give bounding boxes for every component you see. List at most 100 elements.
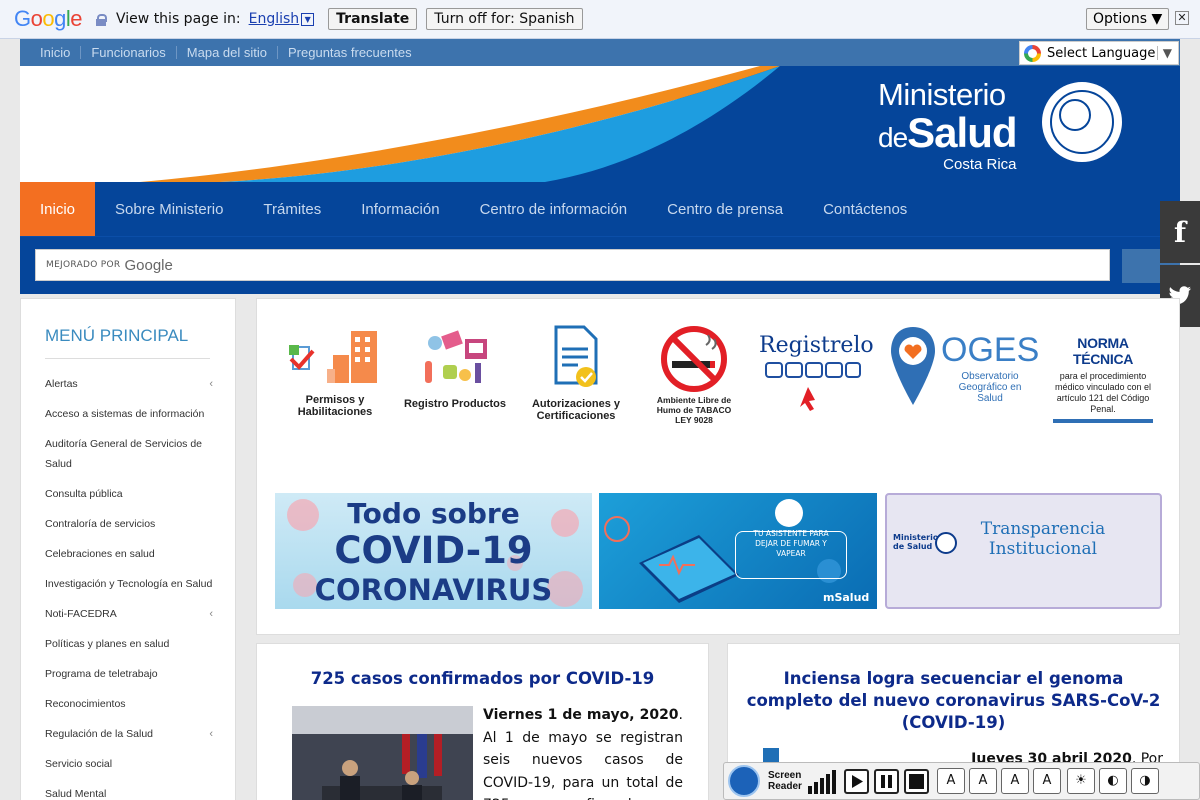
covid-banner[interactable]: Todo sobre COVID-19 CORONAVIRUS [275, 493, 592, 609]
google-g-icon [1024, 44, 1041, 62]
translate-button[interactable]: Translate [328, 8, 418, 30]
top-link-funcionarios[interactable]: Funcionarios [91, 45, 165, 60]
main-menu-sidebar: MENÚ PRINCIPAL Alertas ‹ Acceso a sistema… [20, 298, 236, 800]
quick-link-registro-label: Registro Productos [403, 398, 507, 410]
sidebar-item-investigacion[interactable]: Investigación y Tecnología en Salud [45, 569, 213, 599]
oges-subtitle: Observatorio Geográfico en Salud [958, 371, 1022, 404]
close-icon[interactable]: ✕ [1175, 11, 1189, 25]
news-photo[interactable] [292, 706, 473, 800]
volume-icon[interactable] [808, 768, 836, 794]
news-card: 725 casos confirmados por COVID-19 Viern… [256, 643, 709, 800]
nav-tramites[interactable]: Trámites [243, 182, 341, 236]
top-link-inicio[interactable]: Inicio [40, 45, 70, 60]
select-language-dropdown[interactable]: Select Language ▼ [1019, 41, 1179, 65]
font-reset-icon[interactable]: A [1001, 768, 1029, 794]
quick-link-permisos[interactable]: Permisos y Habilitaciones [287, 325, 383, 418]
nav-centro-informacion[interactable]: Centro de información [460, 182, 648, 236]
header-banner: Ministerio deSalud Costa Rica [20, 66, 1180, 182]
sidebar-item-contraloria[interactable]: Contraloría de servicios [45, 509, 213, 539]
nav-informacion[interactable]: Información [341, 182, 459, 236]
quit-smoking-banner[interactable]: TU ASISTENTE PARA DEJAR DE FUMAR Y VAPEA… [599, 493, 877, 609]
invert-icon[interactable]: ◑ [1131, 768, 1159, 794]
pause-icon[interactable] [874, 768, 899, 794]
sidebar-item-reconocimientos[interactable]: Reconocimientos [45, 689, 213, 719]
quick-link-norma-tecnica[interactable]: NORMA TÉCNICA para el procedimiento médi… [1053, 325, 1153, 423]
sidebar-item-acceso-sistemas[interactable]: Acceso a sistemas de información [45, 399, 213, 429]
brightness-up-icon[interactable]: ☀ [1067, 768, 1095, 794]
nav-sobre-ministerio[interactable]: Sobre Ministerio [95, 182, 243, 236]
caret-down-icon: ▼ [1156, 46, 1172, 61]
lock-icon [96, 13, 108, 26]
sidebar-item-auditoria[interactable]: Auditoría General de Servicios de Salud [45, 429, 213, 479]
contrast-icon[interactable]: ◐ [1099, 768, 1127, 794]
covid-banner-line1: Todo sobre [347, 497, 520, 530]
facebook-icon[interactable]: f [1160, 201, 1200, 263]
logo-line2: deSalud [878, 109, 1018, 156]
search-enhanced-label: MEJORADO POR [46, 260, 121, 270]
divider [175, 46, 177, 59]
font-style-icon[interactable]: A [1033, 768, 1061, 794]
quick-link-registrelo[interactable]: Registrelo [759, 325, 874, 416]
translate-language-select[interactable]: English ▼ [249, 11, 315, 27]
press-conference-image [292, 706, 473, 800]
accessibility-icon[interactable] [728, 765, 760, 797]
msalud-brand: mSalud [823, 591, 870, 604]
news-summary: Viernes 1 de mayo, 2020. Al 1 de mayo se… [483, 707, 683, 800]
ministry-seal-icon [1042, 82, 1122, 162]
chevron-left-icon: ‹ [209, 608, 213, 620]
sidebar-item-consulta-publica[interactable]: Consulta pública [45, 479, 213, 509]
dropdown-arrow-icon: ▼ [301, 12, 315, 26]
screen-reader-toolbar: Screen Reader A A A A ☀ ◐ ◑ [723, 762, 1200, 800]
certificate-icon [554, 325, 598, 387]
sidebar-item-noti-facedra[interactable]: Noti-FACEDRA ‹ [45, 599, 213, 629]
ministerio-logo[interactable]: Ministerio deSalud Costa Rica [878, 78, 1018, 174]
sidebar-item-celebraciones[interactable]: Celebraciones en salud [45, 539, 213, 569]
transparency-banner[interactable]: Ministerio de Salud Transparencia Instit… [885, 493, 1162, 609]
translate-view-label: View this page in: [116, 11, 241, 27]
sidebar-item-teletrabajo[interactable]: Programa de teletrabajo [45, 659, 213, 689]
chevron-left-icon: ‹ [209, 728, 213, 740]
top-links-bar: Inicio Funcionarios Mapa del sitio Pregu… [20, 39, 1180, 66]
news-title[interactable]: Inciensa logra secuenciar el genoma comp… [740, 668, 1167, 734]
nav-inicio[interactable]: Inicio [20, 182, 96, 236]
select-language-label: Select Language [1047, 45, 1156, 61]
search-input[interactable]: MEJORADO POR Google [35, 249, 1110, 281]
sidebar-list: Alertas ‹ Acceso a sistemas de informació… [45, 369, 213, 800]
norma-subtitle: para el procedimiento médico vinculado c… [1054, 371, 1152, 414]
sidebar-item-salud-mental[interactable]: Salud Mental [45, 779, 213, 800]
sidebar-title: MENÚ PRINCIPAL [45, 326, 210, 359]
quit-smoking-text: TU ASISTENTE PARA DEJAR DE FUMAR Y VAPEA… [753, 529, 829, 558]
translate-bar: Google View this page in: English ▼ Trans… [0, 0, 1200, 39]
font-increase-icon[interactable]: A [937, 768, 965, 794]
sidebar-item-alertas[interactable]: Alertas ‹ [45, 369, 213, 399]
sidebar-item-politicas[interactable]: Políticas y planes en salud [45, 629, 213, 659]
nav-centro-prensa[interactable]: Centro de prensa [647, 182, 803, 236]
top-link-preguntas[interactable]: Preguntas frecuentes [288, 45, 412, 60]
products-icon [425, 330, 487, 383]
nav-contactenos[interactable]: Contáctenos [803, 182, 927, 236]
search-band: MEJORADO POR Google [20, 236, 1180, 294]
covid-banner-line2: COVID-19 [334, 529, 533, 572]
quick-link-registro[interactable]: Registro Productos [403, 325, 507, 410]
news-title[interactable]: 725 casos confirmados por COVID-19 [257, 668, 708, 690]
screen-reader-label: Screen Reader [768, 770, 802, 792]
registrelo-logo-text: Registrelo [759, 333, 874, 358]
options-button[interactable]: Options ▼ [1086, 8, 1170, 30]
quick-link-permisos-label: Permisos y Habilitaciones [297, 394, 373, 418]
play-icon[interactable] [844, 768, 869, 794]
turn-off-button[interactable]: Turn off for: Spanish [426, 8, 583, 30]
main-nav: Inicio Sobre Ministerio Trámites Informa… [20, 182, 1180, 236]
font-decrease-icon[interactable]: A [969, 768, 997, 794]
search-provider-label: Google [124, 256, 173, 274]
quick-link-autorizaciones[interactable]: Autorizaciones y Certificaciones [523, 325, 629, 422]
covid-banner-line3: CORONAVIRUS [314, 573, 553, 607]
oges-title: OGES [941, 331, 1040, 369]
sidebar-item-regulacion[interactable]: Regulación de la Salud ‹ [45, 719, 213, 749]
norma-title: NORMA TÉCNICA [1072, 335, 1134, 367]
top-link-mapa[interactable]: Mapa del sitio [187, 45, 267, 60]
map-pin-heart-icon [891, 327, 935, 405]
transparency-logo: Ministerio de Salud [893, 533, 939, 551]
quick-link-tabaco[interactable]: Ambiente Libre de Humo de TABACO LEY 902… [649, 325, 739, 425]
stop-icon[interactable] [904, 768, 929, 794]
sidebar-item-servicio-social[interactable]: Servicio social [45, 749, 213, 779]
